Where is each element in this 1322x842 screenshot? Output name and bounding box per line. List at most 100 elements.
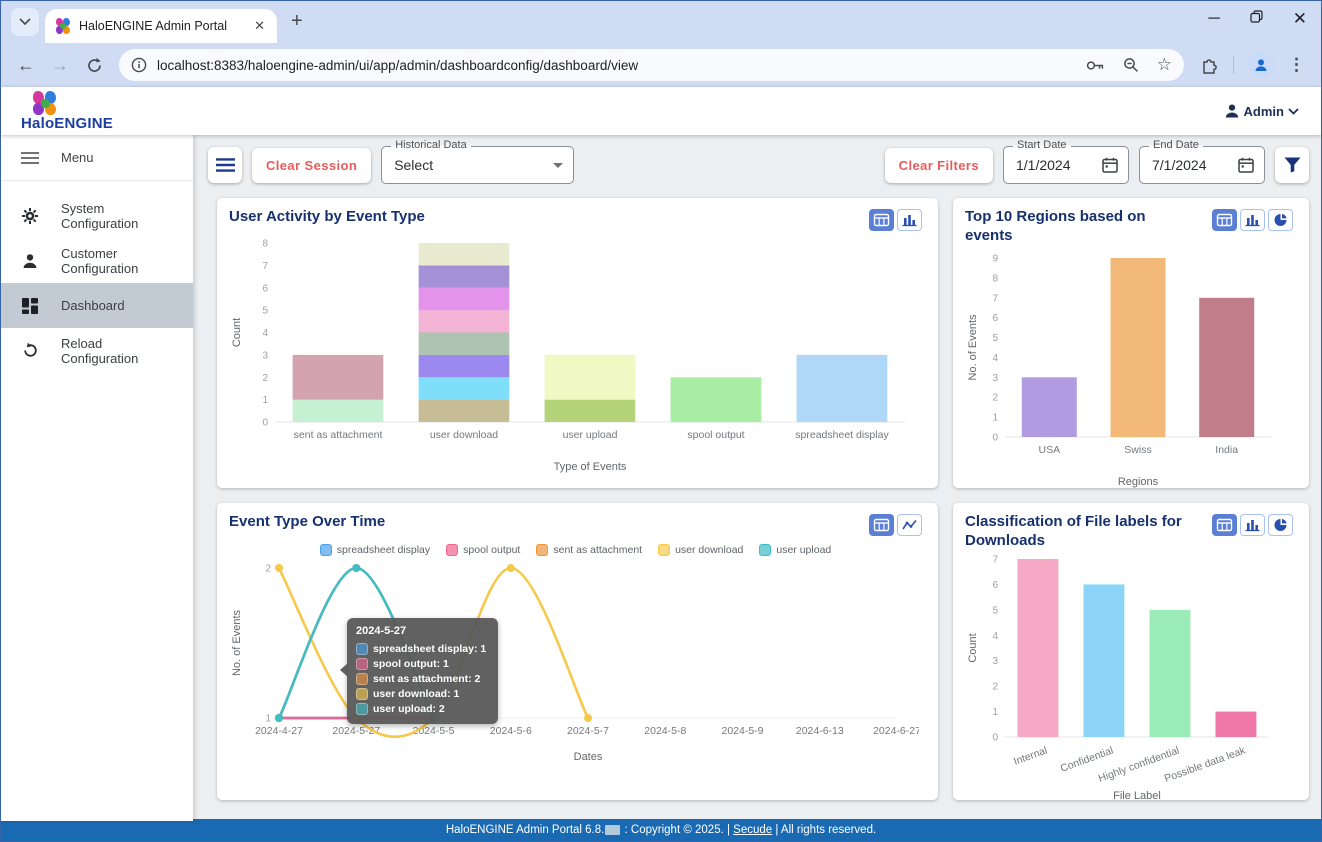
legend-item[interactable]: user download xyxy=(658,544,743,556)
browser-menu-icon[interactable]: ⋮ xyxy=(1288,55,1305,75)
back-button[interactable]: ← xyxy=(11,50,41,80)
menu-label: Menu xyxy=(61,150,94,165)
sidebar-item-customer-configuration[interactable]: Customer Configuration xyxy=(1,238,193,283)
svg-text:2024-6-13: 2024-6-13 xyxy=(796,725,844,737)
svg-text:6: 6 xyxy=(992,579,998,590)
toggle-sidebar-button[interactable] xyxy=(208,147,242,183)
table-view-toggle[interactable] xyxy=(869,514,894,536)
svg-text:1: 1 xyxy=(992,412,998,423)
svg-text:1: 1 xyxy=(262,395,268,406)
sidebar-item-dashboard[interactable]: Dashboard xyxy=(1,283,193,328)
svg-text:4: 4 xyxy=(992,630,998,641)
svg-text:9: 9 xyxy=(992,253,998,264)
svg-text:Count: Count xyxy=(231,318,243,347)
bar-segment xyxy=(1111,258,1166,437)
chart-svg: 01234567InternalConfidentialHighly confi… xyxy=(965,551,1283,803)
chart-view-toggles xyxy=(869,209,922,231)
bar-segment xyxy=(419,288,510,310)
pie-view-toggle[interactable] xyxy=(1268,209,1293,231)
svg-text:3: 3 xyxy=(992,656,998,667)
new-tab-button[interactable]: + xyxy=(291,10,303,33)
person-icon xyxy=(21,252,39,270)
bar-segment xyxy=(419,243,510,265)
user-activity-chart: 012345678sent as attachmentuser download… xyxy=(229,231,922,479)
svg-text:4: 4 xyxy=(992,352,998,363)
tooltip-row: spreadsheet display: 1 xyxy=(356,643,486,655)
svg-text:2: 2 xyxy=(992,392,998,403)
data-point xyxy=(584,714,592,722)
sidebar-item-label: Customer Configuration xyxy=(61,246,173,276)
sidebar-item-reload-configuration[interactable]: Reload Configuration xyxy=(1,328,193,373)
reload-button[interactable] xyxy=(79,50,109,80)
svg-text:Swiss: Swiss xyxy=(1124,444,1151,456)
bar-segment xyxy=(1216,711,1257,736)
chart-title: User Activity by Event Type xyxy=(229,208,425,227)
window-minimize-button[interactable]: ─ xyxy=(1208,10,1219,28)
calendar-icon[interactable] xyxy=(1238,157,1254,173)
forward-button[interactable]: → xyxy=(45,50,75,80)
app-header: HaloENGINE Admin xyxy=(1,87,1321,135)
profile-avatar[interactable] xyxy=(1248,52,1274,78)
reload-icon xyxy=(21,342,39,360)
historical-data-select[interactable]: Historical Data Select xyxy=(381,146,574,184)
tooltip-row: user download: 1 xyxy=(356,688,486,700)
legend-item[interactable]: sent as attachment xyxy=(536,544,642,556)
zoom-out-icon[interactable] xyxy=(1123,57,1139,73)
svg-text:0: 0 xyxy=(992,732,998,743)
tab-close-icon[interactable]: ✕ xyxy=(250,18,269,34)
bar-view-toggle[interactable] xyxy=(1240,209,1265,231)
clear-session-button[interactable]: Clear Session xyxy=(252,148,371,183)
table-icon xyxy=(873,518,890,532)
svg-text:3: 3 xyxy=(262,350,268,361)
pie-view-toggle[interactable] xyxy=(1268,514,1293,536)
legend-item[interactable]: spreadsheet display xyxy=(320,544,430,556)
sidebar-menu-header[interactable]: Menu xyxy=(1,135,193,181)
bar-segment xyxy=(1084,584,1125,737)
bar-segment xyxy=(419,355,510,377)
gear-icon xyxy=(21,207,39,225)
legend-item[interactable]: user upload xyxy=(759,544,831,556)
extensions-icon[interactable] xyxy=(1200,56,1219,75)
bar-view-toggle[interactable] xyxy=(897,209,922,231)
clear-filters-button[interactable]: Clear Filters xyxy=(885,148,993,183)
svg-text:No. of Events: No. of Events xyxy=(231,609,243,676)
password-key-icon[interactable] xyxy=(1086,59,1105,72)
chart-card-event-over-time: Event Type Over Time spreadsheet display… xyxy=(217,503,938,800)
secude-link[interactable]: Secude xyxy=(733,824,772,836)
table-view-toggle[interactable] xyxy=(1212,209,1237,231)
apply-filter-button[interactable] xyxy=(1275,147,1309,183)
window-restore-button[interactable] xyxy=(1250,10,1263,28)
bookmark-star-icon[interactable]: ☆ xyxy=(1157,55,1172,75)
calendar-icon[interactable] xyxy=(1102,157,1118,173)
chart-svg: 122024-4-272024-5-272024-5-52024-5-62024… xyxy=(229,556,919,764)
chart-view-toggles xyxy=(869,514,922,536)
bar-icon xyxy=(1244,518,1261,532)
line-view-toggle[interactable] xyxy=(897,514,922,536)
legend-item[interactable]: spool output xyxy=(446,544,520,556)
dashboard-controls: Clear Session Historical Data Select Cle… xyxy=(217,146,1309,184)
svg-text:6: 6 xyxy=(992,313,998,324)
top-regions-chart: 0123456789USASwissIndiaRegionsNo. of Eve… xyxy=(965,246,1293,494)
hamburger-icon xyxy=(216,158,235,172)
data-point xyxy=(275,564,283,572)
browser-tab[interactable]: HaloENGINE Admin Portal ✕ xyxy=(45,9,277,43)
end-date-value: 7/1/2024 xyxy=(1152,157,1238,173)
window-close-button[interactable]: ✕ xyxy=(1293,9,1307,29)
sidebar-item-system-configuration[interactable]: System Configuration xyxy=(1,193,193,238)
bar-view-toggle[interactable] xyxy=(1240,514,1265,536)
table-view-toggle[interactable] xyxy=(1212,514,1237,536)
tab-search-button[interactable] xyxy=(11,8,39,36)
user-menu[interactable]: Admin xyxy=(1224,103,1299,119)
site-info-icon[interactable] xyxy=(131,57,147,73)
table-view-toggle[interactable] xyxy=(869,209,894,231)
chart-card-user-activity: User Activity by Event Type 012345678sen… xyxy=(217,198,938,488)
redacted-version-block xyxy=(605,825,620,835)
start-date-field[interactable]: Start Date 1/1/2024 xyxy=(1003,146,1129,184)
end-date-field[interactable]: End Date 7/1/2024 xyxy=(1139,146,1265,184)
bar-segment xyxy=(293,355,384,400)
address-bar[interactable]: localhost:8383/haloengine-admin/ui/app/a… xyxy=(119,49,1184,81)
data-point xyxy=(507,564,515,572)
svg-text:4: 4 xyxy=(262,328,268,339)
bar-segment xyxy=(545,355,636,400)
svg-text:2024-5-8: 2024-5-8 xyxy=(644,725,686,737)
